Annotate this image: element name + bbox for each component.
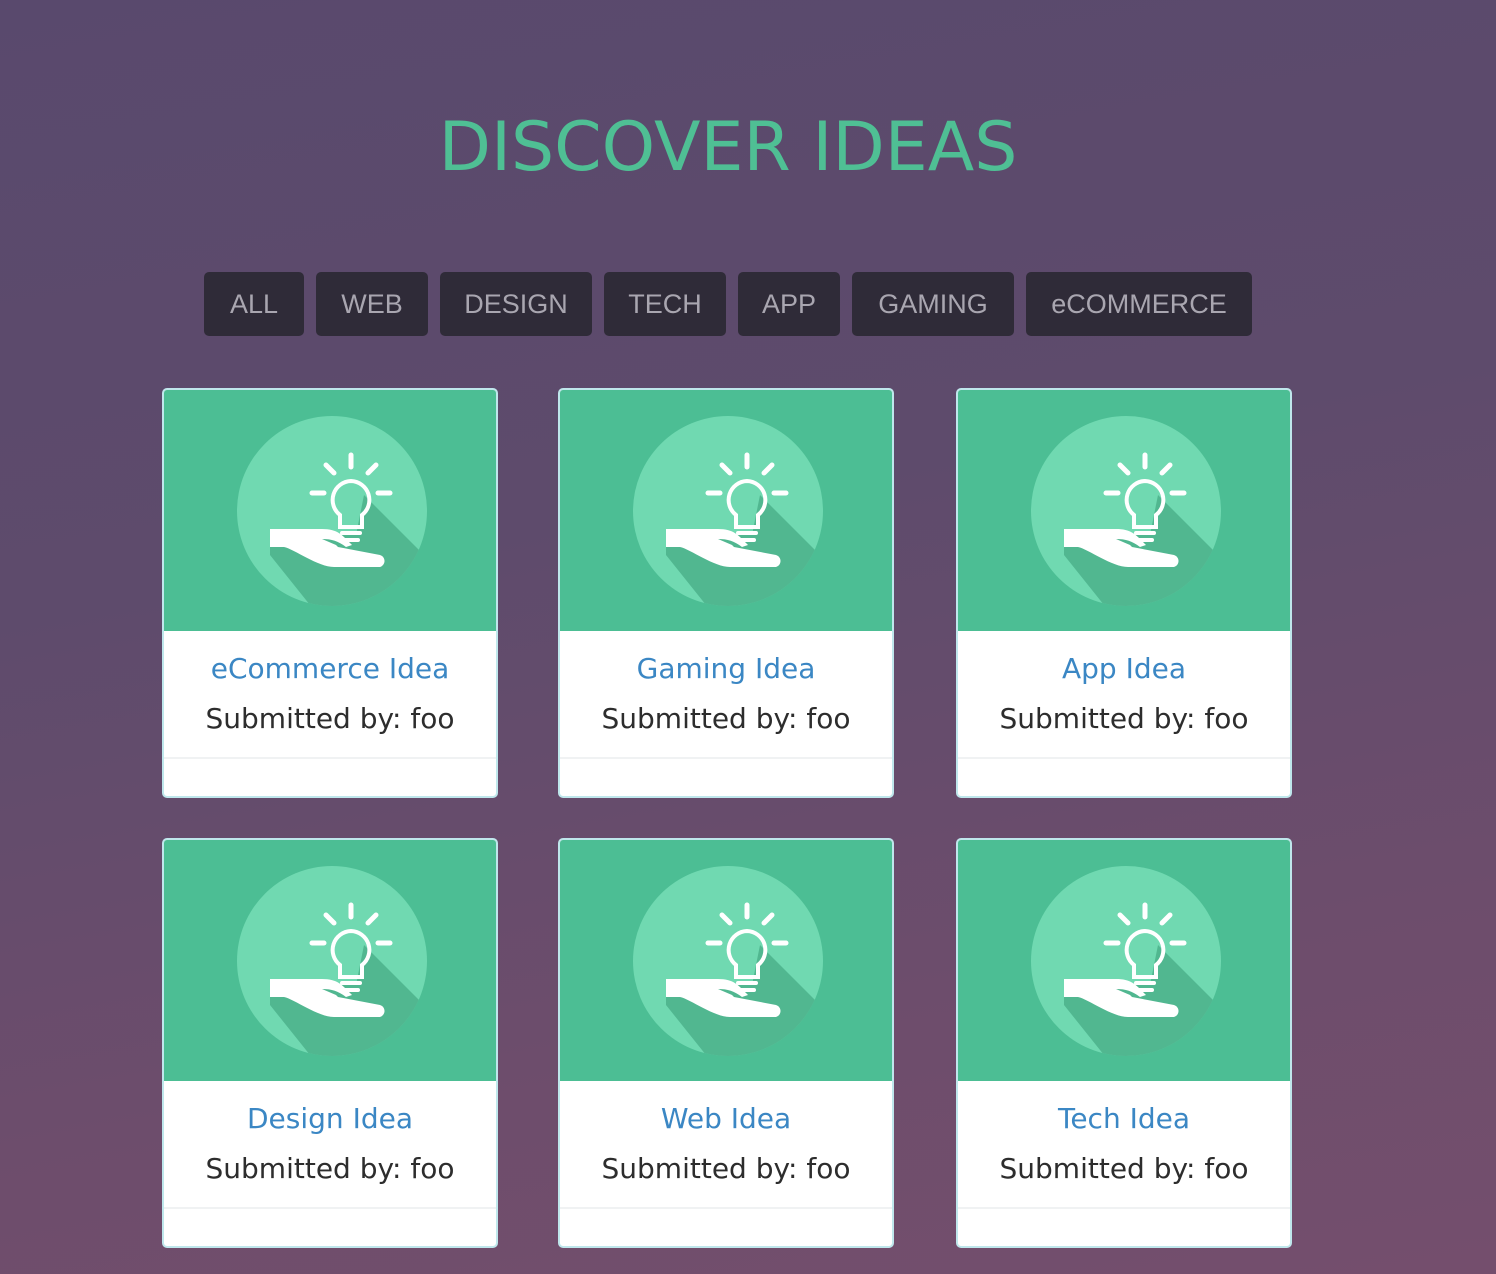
page-title: DISCOVER IDEAS [438,108,1018,187]
idea-card[interactable]: App Idea Submitted by: foo [956,388,1292,798]
card-title-link[interactable]: Tech Idea [958,1102,1290,1135]
card-image [958,840,1290,1081]
filter-all-button[interactable]: ALL [204,272,304,336]
card-footer-divider [560,1207,892,1209]
lightbulb-hand-icon [1031,416,1221,606]
idea-card[interactable]: Design Idea Submitted by: foo [162,838,498,1248]
card-image [164,390,496,631]
card-submitter: Submitted by: foo [205,702,455,735]
filter-web-button[interactable]: WEB [316,272,428,336]
card-title-link[interactable]: Web Idea [560,1102,892,1135]
card-footer-divider [164,757,496,759]
card-footer-divider [164,1207,496,1209]
card-footer-divider [958,1207,1290,1209]
card-title-link[interactable]: Design Idea [164,1102,496,1135]
filter-app-button[interactable]: APP [738,272,840,336]
idea-card[interactable]: Tech Idea Submitted by: foo [956,838,1292,1248]
card-submitter: Submitted by: foo [999,702,1249,735]
card-submitter: Submitted by: foo [999,1152,1249,1185]
lightbulb-hand-icon [237,416,427,606]
card-submitter: Submitted by: foo [601,1152,851,1185]
card-image [560,390,892,631]
card-title-link[interactable]: eCommerce Idea [164,652,496,685]
lightbulb-hand-icon [633,416,823,606]
card-title-link[interactable]: Gaming Idea [560,652,892,685]
filter-gaming-button[interactable]: GAMING [852,272,1014,336]
card-image [958,390,1290,631]
lightbulb-hand-icon [633,866,823,1056]
card-image [164,840,496,1081]
lightbulb-hand-icon [1031,866,1221,1056]
card-image [560,840,892,1081]
filter-design-button[interactable]: DESIGN [440,272,592,336]
card-footer-divider [560,757,892,759]
filter-ecommerce-button[interactable]: eCOMMERCE [1026,272,1252,336]
idea-card[interactable]: Web Idea Submitted by: foo [558,838,894,1248]
card-title-link[interactable]: App Idea [958,652,1290,685]
filter-tech-button[interactable]: TECH [604,272,726,336]
card-submitter: Submitted by: foo [205,1152,455,1185]
card-footer-divider [958,757,1290,759]
category-filter-bar: ALL WEB DESIGN TECH APP GAMING eCOMMERCE [204,272,1252,336]
idea-card[interactable]: eCommerce Idea Submitted by: foo [162,388,498,798]
lightbulb-hand-icon [237,866,427,1056]
idea-card[interactable]: Gaming Idea Submitted by: foo [558,388,894,798]
card-submitter: Submitted by: foo [601,702,851,735]
